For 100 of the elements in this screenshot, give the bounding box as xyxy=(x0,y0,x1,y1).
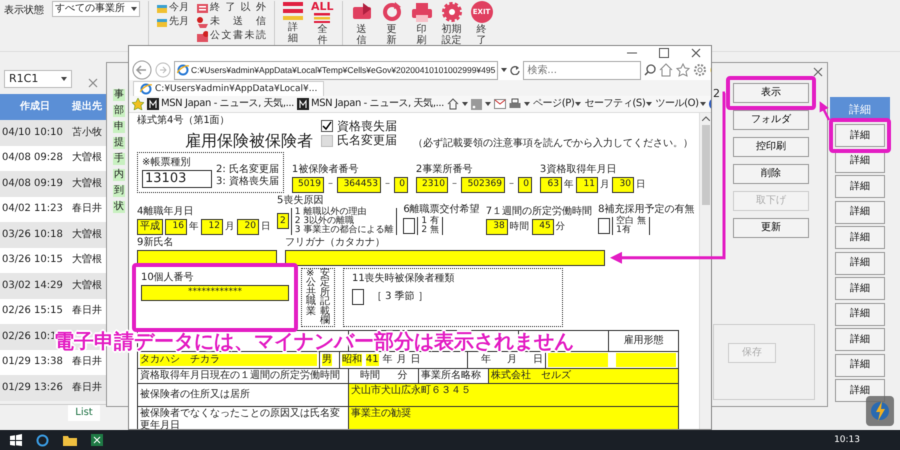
input-field[interactable]: 45 xyxy=(532,218,554,235)
input-field[interactable]: 364453 xyxy=(336,176,381,193)
option-text: 1 有 xyxy=(421,216,439,226)
option-text: 1有 xyxy=(616,226,632,235)
detail-button[interactable]: 詳細 xyxy=(835,354,885,376)
destination-cell-text: 大曽根 xyxy=(71,228,102,241)
field-label: 4離職年月日 xyxy=(137,206,194,218)
input-field[interactable]: 63 xyxy=(540,176,562,193)
search-field[interactable]: 検索... xyxy=(523,60,642,80)
name-box[interactable]: R1C1 xyxy=(4,70,72,88)
input-field[interactable]: 2310 xyxy=(416,176,448,193)
detail-button[interactable]: 詳細 xyxy=(835,252,885,274)
destination-cell-text: 大曽根 xyxy=(71,254,102,266)
input-field[interactable]: 平成 xyxy=(137,218,163,235)
field-label: 事 xyxy=(113,89,125,101)
status-filter-button[interactable]: 終了以外 xyxy=(197,1,266,15)
unit-label: 月 xyxy=(600,179,610,190)
toolbar-button[interactable]: 印刷 xyxy=(410,1,433,46)
input-field[interactable]: 38 xyxy=(486,218,508,235)
input-field[interactable]: 株式会社 セルズ xyxy=(488,368,678,383)
input-field[interactable]: 12 xyxy=(201,218,223,235)
input-field[interactable]: 502369 xyxy=(460,176,505,193)
destination-cell-text: 大曽根 xyxy=(71,152,102,164)
date-cell-text: 02/26 15:15 xyxy=(1,305,64,318)
action-button[interactable]: 控印刷 xyxy=(733,137,809,157)
input-field[interactable]: 11 xyxy=(576,176,598,193)
detail-button[interactable]: 詳細 xyxy=(835,277,885,300)
sheet-tab[interactable]: List xyxy=(68,405,100,421)
input-field[interactable]: 男 xyxy=(322,354,332,366)
toolbar-button[interactable]: 初期設定 xyxy=(440,1,463,46)
toolbar-button[interactable]: 送信 xyxy=(350,1,373,46)
input-field[interactable]: 事業主の勧奨 xyxy=(348,406,678,429)
field-label: 手 xyxy=(113,153,125,165)
unit-label: 時間 xyxy=(360,370,380,382)
favorite-link[interactable]: MSN Japan - ニュース, 天気,... xyxy=(147,98,294,110)
date-cell-text: 04/08 09:19 xyxy=(1,178,64,190)
field-label: 状 xyxy=(113,201,125,213)
clock: 10:13 xyxy=(834,434,860,446)
action-button[interactable]: 更新 xyxy=(733,218,809,238)
field-label: 到 xyxy=(113,185,125,197)
unit-label: 日 xyxy=(636,179,646,190)
field-value: 2 xyxy=(713,87,721,102)
date-cell-text: 04/02 11:23 xyxy=(1,203,64,216)
detail-button[interactable]: 詳細 xyxy=(835,124,885,147)
option-text: 2: 氏名変更届 xyxy=(216,164,279,176)
input-field[interactable]: ************ xyxy=(141,284,289,301)
action-button[interactable]: 削除 xyxy=(733,164,809,184)
menu-button[interactable]: セーフティ(S) xyxy=(584,98,652,110)
period-filter-button[interactable]: 先月 xyxy=(157,15,189,29)
row-label: 資格取得年月日現在の１週間の所定労働時間 xyxy=(139,368,341,383)
option-text: ［ 3 季節 ］ xyxy=(372,290,428,303)
field-label: 部 xyxy=(113,105,125,117)
vertical-label: ※公共職業 xyxy=(306,268,316,319)
unit-label: 分 xyxy=(397,370,408,382)
field-label: 申 xyxy=(113,121,125,133)
separator: － xyxy=(506,179,516,190)
field-label: 5喪失原因 xyxy=(277,194,324,206)
input-field[interactable]: 0 xyxy=(394,176,408,193)
status-filter-button[interactable]: 公文書未読 xyxy=(197,29,266,43)
detail-button[interactable]: 詳細 xyxy=(835,200,885,224)
field-label: 9新氏名 xyxy=(137,236,174,249)
input-field[interactable]: 犬山市犬山広永町６３４５ xyxy=(348,384,678,406)
browser-tab[interactable]: C:¥Users¥admin¥AppData¥Local¥... xyxy=(133,81,324,96)
input-field[interactable]: 0 xyxy=(518,176,532,193)
favorite-link[interactable]: MSN Japan - ニュース, 天気,... xyxy=(296,98,444,110)
option-text: 3 事業主の都合による離 xyxy=(294,226,394,235)
filter-dropdown[interactable]: すべての事業所 xyxy=(52,1,140,17)
separator: － xyxy=(382,179,392,190)
input-field[interactable]: 20 xyxy=(237,218,259,235)
detail-button[interactable]: 詳細 xyxy=(835,328,885,351)
status-filter-button[interactable]: 未送信 xyxy=(197,15,266,29)
detail-button[interactable]: 詳細 xyxy=(835,175,885,198)
detail-button[interactable]: 詳細 xyxy=(835,226,885,249)
row-label: 被保険者でなくなったことの原因又は氏名変更年月日 xyxy=(139,406,341,429)
input-field[interactable]: 昭和 xyxy=(342,354,362,366)
input-field[interactable]: 16 xyxy=(165,218,187,235)
input-field[interactable]: 5019 xyxy=(292,176,324,193)
slip-type-field[interactable]: 13103 xyxy=(142,170,212,188)
input-field[interactable]: 2 xyxy=(277,213,289,230)
separator: － xyxy=(326,179,335,190)
unit-label: 年 xyxy=(382,354,393,366)
view-button[interactable]: 詳細 xyxy=(283,1,303,44)
period-filter-button[interactable]: 今月 xyxy=(157,1,189,15)
destination-cell-text: 大曽根 xyxy=(71,280,102,292)
destination-cell-text: 春日井 xyxy=(71,356,102,368)
field-label: 3資格取得年月日 xyxy=(540,164,618,176)
address-field[interactable]: C:¥Users¥admin¥AppData¥Local¥Temp¥Cells¥eGov¥20200410101002999¥495 xyxy=(174,60,498,80)
input-field[interactable]: 41 xyxy=(366,354,379,366)
menu-button[interactable]: ページ(P) xyxy=(532,98,582,110)
detail-button[interactable]: 詳細 xyxy=(835,379,885,402)
menu-button[interactable]: ツール(O) xyxy=(655,98,706,110)
input-field[interactable]: タカハシ チカラ xyxy=(140,354,318,366)
field-label: 11喪失時被保険者種類 xyxy=(352,272,456,285)
input-field[interactable]: 30 xyxy=(612,176,634,193)
action-button[interactable]: フォルダ xyxy=(733,110,809,130)
action-button[interactable]: 表示 xyxy=(733,83,809,103)
vertical-label: 安定所記載欄 xyxy=(320,268,330,326)
view-button[interactable]: ALL 全件 xyxy=(311,1,334,46)
toolbar-button[interactable]: 更新 xyxy=(380,1,403,46)
detail-button[interactable]: 詳細 xyxy=(835,302,885,326)
